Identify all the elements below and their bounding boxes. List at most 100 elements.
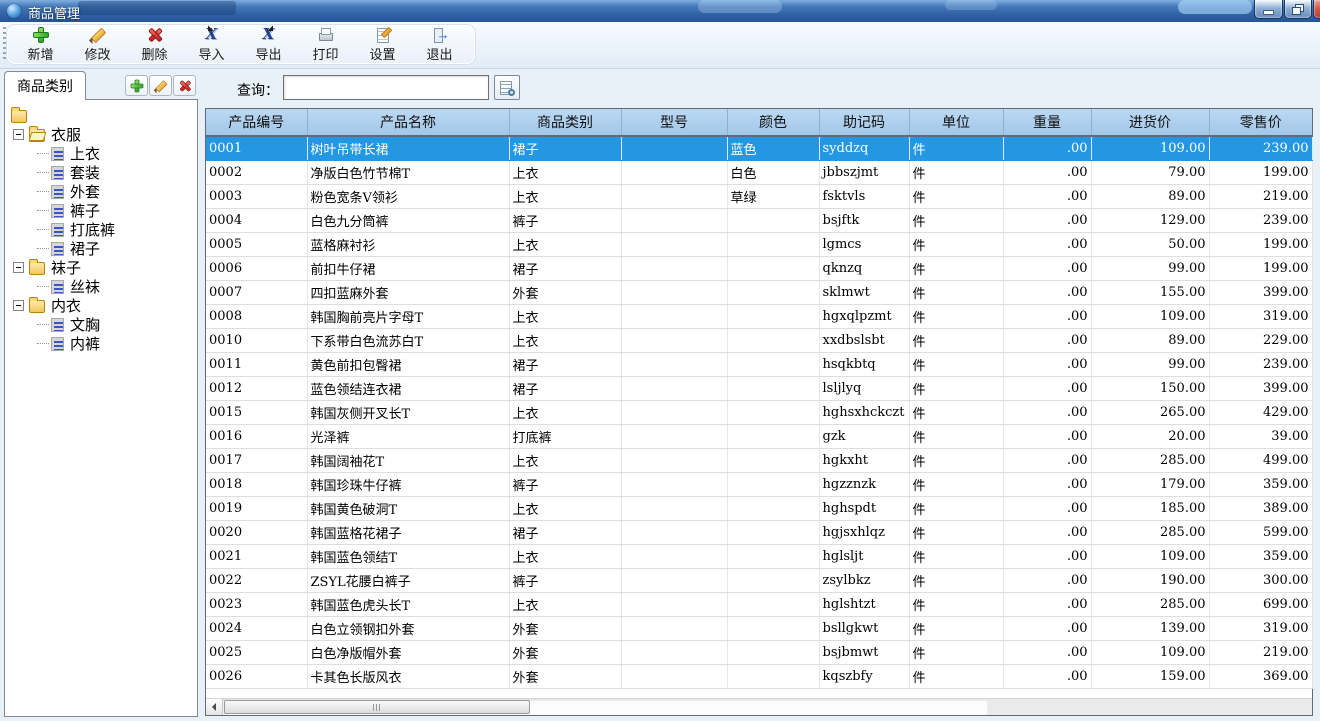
cell-model[interactable] [621,497,727,521]
cell-name[interactable]: 下系带白色流苏白T [307,329,509,353]
category-tool-button[interactable] [125,75,148,96]
cell-name[interactable]: 光泽裤 [307,425,509,449]
cell-purchase-price[interactable]: 155.00 [1091,281,1209,305]
cell-category[interactable]: 裙子 [509,353,621,377]
cell-category[interactable]: 裙子 [509,136,621,161]
tree-item[interactable]: 文胸 [5,315,197,334]
cell-weight[interactable]: .00 [1003,257,1091,281]
cell-color[interactable]: 白色 [727,161,819,185]
cell-code[interactable]: 0025 [206,641,307,665]
toolbar-button[interactable]: 删除 [132,27,177,63]
cell-code[interactable]: 0017 [206,449,307,473]
cell-weight[interactable]: .00 [1003,617,1091,641]
cell-purchase-price[interactable]: 285.00 [1091,521,1209,545]
cell-purchase-price[interactable]: 20.00 [1091,425,1209,449]
cell-category[interactable]: 上衣 [509,185,621,209]
cell-model[interactable] [621,185,727,209]
cell-purchase-price[interactable]: 109.00 [1091,305,1209,329]
cell-weight[interactable]: .00 [1003,497,1091,521]
cell-color[interactable] [727,329,819,353]
cell-mnemonic[interactable]: zsylbkz [819,569,909,593]
cell-code[interactable]: 0023 [206,593,307,617]
cell-model[interactable] [621,569,727,593]
cell-mnemonic[interactable]: bsllgkwt [819,617,909,641]
cell-purchase-price[interactable]: 179.00 [1091,473,1209,497]
grid-column-header[interactable]: 型号 [621,109,727,136]
tree-expander-collapse[interactable] [13,129,24,140]
cell-purchase-price[interactable]: 159.00 [1091,665,1209,689]
cell-model[interactable] [621,425,727,449]
cell-name[interactable]: 韩国蓝色虎头长T [307,593,509,617]
cell-name[interactable]: 黄色前扣包臀裙 [307,353,509,377]
cell-category[interactable]: 上衣 [509,329,621,353]
table-row[interactable]: 0003 粉色宽条V领衫 上衣 草绿 fsktvls 件 .00 89.00 2… [206,185,1312,209]
cell-category[interactable]: 打底裤 [509,425,621,449]
cell-weight[interactable]: .00 [1003,449,1091,473]
cell-weight[interactable]: .00 [1003,401,1091,425]
cell-code[interactable]: 0019 [206,497,307,521]
cell-color[interactable]: 蓝色 [727,136,819,161]
cell-category[interactable]: 外套 [509,641,621,665]
cell-color[interactable] [727,497,819,521]
minimize-button[interactable] [1254,0,1283,19]
cell-model[interactable] [621,209,727,233]
cell-model[interactable] [621,593,727,617]
table-row[interactable]: 0020 韩国蓝格花裙子 裙子 hgjsxhlqz 件 .00 285.00 5… [206,521,1312,545]
tree-item[interactable]: 套装 [5,163,197,182]
cell-mnemonic[interactable]: gzk [819,425,909,449]
cell-color[interactable] [727,473,819,497]
cell-unit[interactable]: 件 [909,473,1003,497]
cell-model[interactable] [621,329,727,353]
scroll-left-button[interactable] [206,699,223,715]
cell-unit[interactable]: 件 [909,281,1003,305]
table-row[interactable]: 0006 前扣牛仔裙 裙子 qknzq 件 .00 99.00 199.00 [206,257,1312,281]
cell-unit[interactable]: 件 [909,161,1003,185]
cell-weight[interactable]: .00 [1003,473,1091,497]
cell-retail-price[interactable]: 199.00 [1209,233,1312,257]
cell-purchase-price[interactable]: 265.00 [1091,401,1209,425]
toolbar-button[interactable]: 设置 [360,27,405,63]
cell-unit[interactable]: 件 [909,233,1003,257]
cell-category[interactable]: 上衣 [509,161,621,185]
cell-category[interactable]: 上衣 [509,497,621,521]
cell-name[interactable]: 前扣牛仔裙 [307,257,509,281]
tree-item[interactable]: 袜子 [5,258,197,277]
tree-expander-collapse[interactable] [13,262,24,273]
cell-code[interactable]: 0008 [206,305,307,329]
tree-item[interactable]: 衣服 [5,125,197,144]
cell-purchase-price[interactable]: 185.00 [1091,497,1209,521]
cell-unit[interactable]: 件 [909,401,1003,425]
cell-mnemonic[interactable]: qknzq [819,257,909,281]
cell-model[interactable] [621,281,727,305]
category-tool-button[interactable] [173,75,196,96]
cell-mnemonic[interactable]: hgzznzk [819,473,909,497]
cell-purchase-price[interactable]: 285.00 [1091,593,1209,617]
grid-column-header[interactable]: 零售价 [1209,109,1312,136]
cell-unit[interactable]: 件 [909,497,1003,521]
restore-button[interactable] [1284,0,1312,19]
cell-unit[interactable]: 件 [909,377,1003,401]
table-row[interactable]: 0023 韩国蓝色虎头长T 上衣 hglshtzt 件 .00 285.00 6… [206,593,1312,617]
cell-color[interactable] [727,593,819,617]
cell-color[interactable] [727,617,819,641]
cell-code[interactable]: 0022 [206,569,307,593]
cell-code[interactable]: 0011 [206,353,307,377]
cell-model[interactable] [621,641,727,665]
cell-purchase-price[interactable]: 99.00 [1091,353,1209,377]
cell-category[interactable]: 上衣 [509,449,621,473]
tree-item[interactable]: 内裤 [5,334,197,353]
table-row[interactable]: 0005 蓝格麻衬衫 上衣 lgmcs 件 .00 50.00 199.00 [206,233,1312,257]
cell-retail-price[interactable]: 239.00 [1209,136,1312,161]
cell-weight[interactable]: .00 [1003,545,1091,569]
cell-name[interactable]: 韩国黄色破洞T [307,497,509,521]
cell-category[interactable]: 上衣 [509,305,621,329]
cell-mnemonic[interactable]: hghspdt [819,497,909,521]
tree-item[interactable]: 内衣 [5,296,197,315]
cell-mnemonic[interactable]: xxdbslsbt [819,329,909,353]
cell-name[interactable]: 韩国蓝格花裙子 [307,521,509,545]
cell-model[interactable] [621,377,727,401]
cell-model[interactable] [621,233,727,257]
cell-color[interactable] [727,641,819,665]
cell-retail-price[interactable]: 219.00 [1209,185,1312,209]
cell-retail-price[interactable]: 239.00 [1209,209,1312,233]
